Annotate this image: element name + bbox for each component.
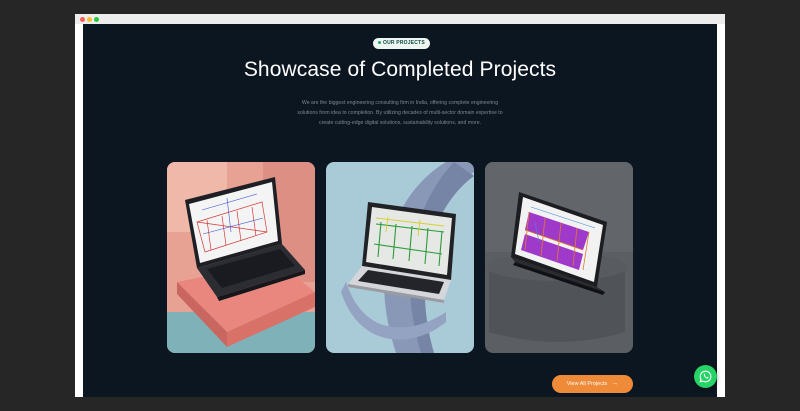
section-badge: OUR PROJECTS — [373, 38, 430, 49]
minimize-window-button[interactable] — [87, 17, 92, 22]
browser-window: OUR PROJECTS Showcase of Completed Proje… — [75, 14, 725, 397]
description-line: We are the biggest engineering consultin… — [301, 100, 499, 106]
description-line: create cutting-edge digital solutions, s… — [318, 120, 482, 126]
section-badge-label: OUR PROJECTS — [383, 40, 425, 46]
project-image-1 — [167, 162, 315, 353]
close-window-button[interactable] — [80, 17, 85, 22]
section-description: We are the biggest engineering consultin… — [280, 98, 520, 128]
badge-dot-icon — [378, 40, 381, 44]
project-image-2 — [326, 162, 474, 353]
project-card-2[interactable] — [326, 162, 474, 353]
view-all-projects-button[interactable]: View All Projects → — [552, 375, 633, 393]
project-card-3[interactable] — [485, 162, 633, 353]
maximize-window-button[interactable] — [94, 17, 99, 22]
view-all-projects-label: View All Projects — [566, 381, 608, 387]
whatsapp-icon — [699, 370, 712, 383]
whatsapp-button[interactable] — [694, 365, 717, 388]
description-line: solutions from idea to completion. By ut… — [297, 110, 503, 116]
project-card-1[interactable] — [167, 162, 315, 353]
arrow-right-icon: → — [611, 380, 619, 387]
window-titlebar — [75, 14, 725, 24]
project-image-3 — [485, 162, 633, 353]
projects-section: OUR PROJECTS Showcase of Completed Proje… — [83, 24, 717, 397]
section-title: Showcase of Completed Projects — [243, 58, 557, 81]
